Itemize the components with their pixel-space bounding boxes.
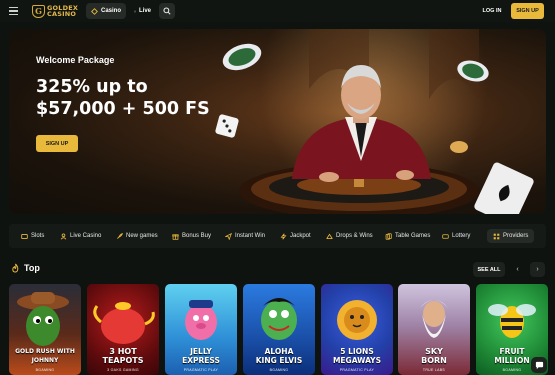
crown-icon: G	[32, 4, 45, 18]
game-tile[interactable]: 5 LIONS MEGAWAYS PRAGMATIC PLAY	[321, 284, 393, 375]
category-new-games[interactable]: New games	[116, 229, 158, 243]
game-tile[interactable]: SKY BORN TRUE LABS	[398, 284, 470, 375]
grid-icon	[493, 233, 500, 239]
category-lottery[interactable]: Lottery	[442, 229, 470, 243]
cards-icon	[385, 232, 392, 240]
category-label: Table Games	[395, 233, 431, 239]
category-label: Bonus Buy	[182, 233, 212, 239]
slots-icon	[21, 233, 28, 239]
chevron-left-icon[interactable]: ‹	[510, 262, 525, 277]
game-provider: PRAGMATIC PLAY	[183, 368, 219, 372]
dealer-icon	[60, 232, 67, 240]
login-button[interactable]: LOG IN	[477, 3, 507, 19]
rocket-icon	[117, 232, 123, 239]
category-label: Instant Win	[235, 233, 266, 239]
tab-casino[interactable]: Casino	[86, 3, 126, 19]
category-live-casino[interactable]: Live Casino	[60, 229, 101, 243]
search-icon	[163, 7, 171, 15]
signup-button[interactable]: SIGN UP	[511, 3, 544, 19]
game-tile[interactable]: JELLY EXPRESS PRAGMATIC PLAY	[165, 284, 237, 375]
game-title: 3 HOT TEAPOTS	[102, 347, 144, 365]
plane-icon	[225, 232, 232, 240]
chat-icon	[535, 361, 543, 369]
category-bar: Slots Live Casino New games Bonus Buy In…	[9, 224, 546, 248]
category-providers[interactable]: Providers	[487, 229, 535, 243]
category-instant-win[interactable]: Instant Win	[225, 229, 265, 243]
category-label: New games	[126, 233, 158, 239]
logo-line2: CASINO	[47, 10, 77, 18]
hero-title-line2: $57,000 + 500 FS	[36, 99, 210, 119]
game-carousel: GOLD RUSH WITH JOHNNY BGAMING 3 HOT TEAP…	[9, 284, 549, 375]
hero-title: 325% up to $57,000 + 500 FS	[36, 76, 210, 120]
category-drops-wins[interactable]: Drops & Wins	[326, 229, 373, 243]
hero-signup-button[interactable]: SIGN UP	[36, 135, 78, 152]
live-icon	[134, 10, 136, 12]
game-provider: TRUE LABS	[422, 368, 446, 372]
logo[interactable]: G GOLDEX CASINO	[32, 3, 78, 19]
section-title: Top	[11, 263, 40, 273]
game-provider: BGAMING	[35, 368, 55, 372]
category-label: Drops & Wins	[336, 233, 373, 239]
hero-subtitle: Welcome Package	[36, 55, 115, 65]
game-provider: 3 OAKS GAMING	[107, 368, 139, 372]
gift-icon	[172, 233, 179, 240]
fire-icon	[12, 263, 19, 273]
lightning-icon	[280, 232, 287, 240]
section-title-text: Top	[24, 263, 40, 273]
tab-live-label: Live	[138, 8, 151, 14]
chevron-right-icon[interactable]: ›	[530, 262, 545, 277]
see-all-button[interactable]: SEE ALL	[473, 262, 505, 277]
game-provider: BGAMING	[269, 368, 289, 372]
search-button[interactable]	[159, 3, 175, 19]
category-label: Jackpot	[290, 233, 311, 239]
hero-banner[interactable]: Welcome Package 325% up to $57,000 + 500…	[9, 29, 546, 214]
diamond-icon	[91, 7, 98, 15]
top-bar: G GOLDEX CASINO Casino Live LOG IN SIGN …	[0, 0, 555, 22]
hero-title-line1: 325% up to	[36, 77, 148, 97]
category-bonus-buy[interactable]: Bonus Buy	[172, 229, 211, 243]
game-tile[interactable]: 3 HOT TEAPOTS 3 OAKS GAMING	[87, 284, 159, 375]
chat-button[interactable]	[531, 357, 547, 373]
game-title: GOLD RUSH WITH JOHNNY	[15, 348, 75, 364]
tab-casino-label: Casino	[100, 8, 121, 14]
category-label: Providers	[503, 233, 529, 239]
category-jackpot[interactable]: Jackpot	[280, 229, 311, 243]
game-title: SKY BORN	[421, 347, 447, 365]
ticket-icon	[442, 233, 449, 239]
category-table-games[interactable]: Table Games	[385, 229, 430, 243]
category-slots[interactable]: Slots	[21, 229, 44, 243]
category-label: Slots	[31, 233, 45, 239]
game-tile[interactable]: GOLD RUSH WITH JOHNNY BGAMING	[9, 284, 81, 375]
tab-live[interactable]: Live	[129, 3, 156, 19]
game-provider: PRAGMATIC PLAY	[339, 368, 375, 372]
drops-icon	[326, 233, 333, 239]
game-tile[interactable]: ALOHA KING ELVIS BGAMING	[243, 284, 315, 375]
menu-icon[interactable]	[9, 5, 22, 17]
game-title: 5 LIONS MEGAWAYS	[332, 347, 382, 365]
category-label: Lottery	[452, 233, 471, 239]
game-title: JELLY EXPRESS	[182, 347, 220, 365]
game-title: ALOHA KING ELVIS	[255, 347, 303, 365]
category-label: Live Casino	[70, 233, 102, 239]
